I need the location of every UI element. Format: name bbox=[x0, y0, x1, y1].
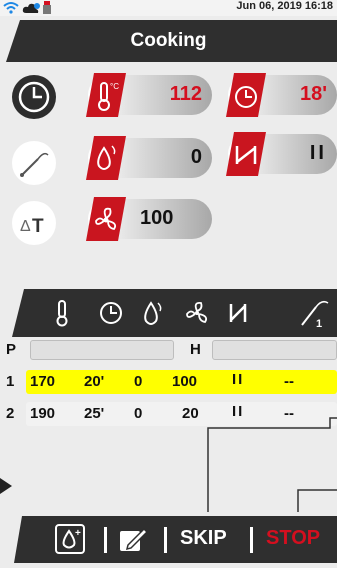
humidity-add-icon: + bbox=[55, 524, 85, 554]
svg-text:+: + bbox=[75, 528, 81, 539]
stop-button[interactable]: STOP bbox=[266, 527, 320, 550]
callout-lines bbox=[207, 417, 337, 512]
edit-button[interactable] bbox=[118, 525, 149, 555]
edit-icon bbox=[120, 527, 149, 551]
divider bbox=[250, 527, 253, 553]
left-arrow-icon[interactable] bbox=[0, 478, 12, 494]
divider bbox=[104, 527, 107, 553]
add-humidity-button[interactable]: + bbox=[54, 523, 88, 555]
divider bbox=[164, 527, 167, 553]
skip-button[interactable]: SKIP bbox=[180, 527, 227, 550]
